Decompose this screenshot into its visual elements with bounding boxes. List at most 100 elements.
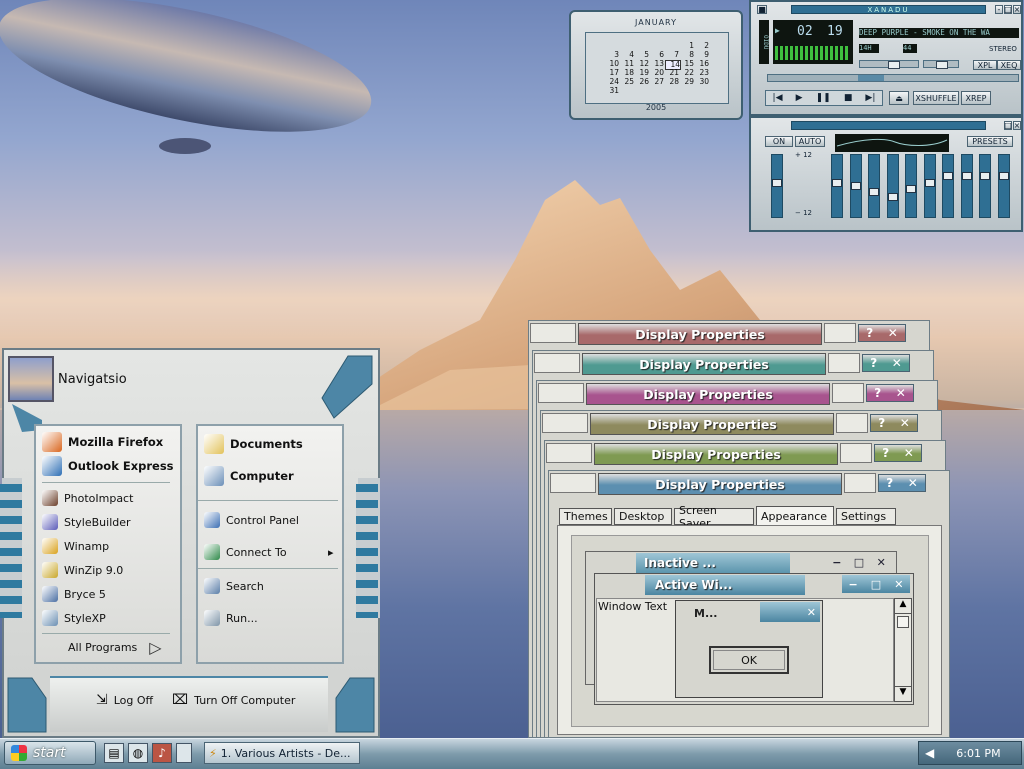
start-menu-item[interactable]: Bryce 5 (42, 584, 106, 604)
display-properties-title[interactable]: Display Properties (594, 443, 838, 465)
playlist-toggle[interactable]: XPL (973, 60, 997, 70)
eq-band-slider-thumb[interactable] (887, 193, 898, 201)
repeat-toggle[interactable]: XREP (961, 91, 991, 105)
help-icon[interactable]: ? (882, 446, 889, 460)
start-menu-item[interactable]: StyleBuilder (42, 512, 131, 532)
calendar-day[interactable]: 18 (620, 69, 634, 77)
start-menu-item[interactable]: PhotoImpact (42, 488, 133, 508)
quicklaunch-media-icon[interactable]: ♪ (152, 743, 172, 763)
help-icon[interactable]: ? (870, 356, 877, 370)
eq-band-slider[interactable] (831, 154, 843, 218)
scroll-up-icon[interactable]: ▲ (895, 599, 911, 614)
eq-close-button[interactable]: × (1013, 121, 1021, 130)
calendar-day[interactable]: 19 (635, 69, 649, 77)
calendar-day[interactable]: 7 (665, 51, 679, 59)
eq-band-slider-thumb[interactable] (961, 172, 972, 180)
start-menu-item[interactable]: Mozilla Firefox (42, 432, 163, 452)
eq-band-slider[interactable] (923, 154, 936, 218)
calendar-day[interactable]: 23 (695, 69, 709, 77)
eq-preamp-slider-thumb[interactable] (772, 179, 782, 187)
help-icon[interactable]: ? (878, 416, 885, 430)
play-button[interactable]: ▶ (796, 93, 803, 103)
winamp-clutterbar[interactable]: OIDU (759, 20, 769, 64)
next-track-button[interactable]: ▶| (865, 93, 875, 103)
pause-button[interactable]: ❚❚ (816, 93, 831, 103)
tab-settings[interactable]: Settings (836, 508, 896, 525)
calendar-day[interactable]: 17 (605, 69, 619, 77)
calendar-day[interactable]: 24 (605, 78, 619, 86)
start-menu-item[interactable]: Outlook Express (42, 456, 174, 476)
eq-auto-toggle[interactable]: AUTO (795, 136, 825, 147)
tray-collapse-icon[interactable]: ◀ (925, 746, 934, 760)
display-properties-title[interactable]: Display Properties (582, 353, 826, 375)
eq-band-slider-thumb[interactable] (850, 182, 861, 190)
calendar-day[interactable]: 8 (680, 51, 694, 59)
winamp-close-button[interactable]: × (1013, 5, 1021, 14)
all-programs-button[interactable]: All Programs ▷ (42, 636, 178, 658)
start-button[interactable]: start (4, 741, 96, 765)
calendar-day[interactable]: 30 (695, 78, 709, 86)
eq-preamp-slider[interactable] (771, 154, 783, 218)
calendar-day[interactable]: 22 (680, 69, 694, 77)
calendar-day[interactable]: 10 (605, 60, 619, 68)
tab-desktop[interactable]: Desktop (614, 508, 672, 525)
eq-band-slider-thumb[interactable] (980, 172, 990, 180)
eq-band-slider-thumb[interactable] (906, 185, 916, 193)
tab-themes[interactable]: Themes (559, 508, 612, 525)
start-menu-item[interactable]: Winamp (42, 536, 109, 556)
display-properties-title[interactable]: Display Properties (598, 473, 842, 495)
display-properties-title[interactable]: Display Properties (590, 413, 834, 435)
close-icon[interactable]: ✕ (896, 386, 906, 400)
user-avatar[interactable] (8, 356, 54, 402)
preview-scrollbar[interactable]: ▲ ▼ (894, 598, 912, 702)
tab-appearance[interactable]: Appearance (756, 506, 834, 525)
calendar-day[interactable]: 25 (620, 78, 634, 86)
eq-band-slider[interactable] (905, 154, 917, 218)
start-menu-item[interactable]: StyleXP (42, 608, 106, 628)
winamp-minimize-button[interactable]: - (995, 5, 1003, 14)
close-icon[interactable]: ✕ (908, 476, 918, 490)
eq-band-slider-thumb[interactable] (869, 188, 879, 196)
help-icon[interactable]: ? (866, 326, 873, 340)
clock[interactable]: 6:01 PM (956, 747, 1000, 760)
eq-band-slider-thumb[interactable] (832, 179, 842, 187)
eq-band-slider[interactable] (849, 154, 862, 218)
quicklaunch-show-desktop-icon[interactable]: ▤ (104, 743, 124, 763)
eq-band-slider-thumb[interactable] (943, 172, 953, 180)
time-minutes[interactable]: 02 (797, 24, 813, 39)
eq-presets-button[interactable]: PRESETS (967, 136, 1013, 147)
eq-band-slider[interactable] (868, 154, 880, 218)
preview-ok-button[interactable]: OK (709, 646, 789, 674)
eq-band-slider-thumb[interactable] (924, 179, 935, 187)
calendar-day[interactable]: 11 (620, 60, 634, 68)
eq-band-slider[interactable] (886, 154, 899, 218)
turn-off-button[interactable]: ⌧ Turn Off Computer (172, 692, 295, 708)
calendar-day[interactable]: 16 (695, 60, 709, 68)
eq-band-slider[interactable] (979, 154, 991, 218)
calendar-day[interactable]: 31 (605, 87, 619, 95)
calendar-day[interactable]: 4 (620, 51, 634, 59)
time-seconds[interactable]: 19 (827, 24, 843, 39)
shuffle-toggle[interactable]: XSHUFFLE (913, 91, 959, 105)
start-menu-item[interactable]: Documents (204, 434, 303, 454)
log-off-button[interactable]: ⇲ Log Off (96, 692, 153, 708)
tab-screen-saver[interactable]: Screen Saver (674, 504, 754, 530)
start-menu-item[interactable]: Control Panel (204, 510, 299, 530)
seek-bar[interactable] (767, 74, 1019, 82)
balance-thumb[interactable] (936, 61, 948, 69)
eq-on-toggle[interactable]: ON (765, 136, 793, 147)
close-icon[interactable]: ✕ (888, 326, 898, 340)
eject-button[interactable]: ⏏ (889, 91, 909, 105)
eq-band-slider[interactable] (942, 154, 954, 218)
calendar-day[interactable]: 27 (650, 78, 664, 86)
calendar-day[interactable]: 15 (680, 60, 694, 68)
previous-track-button[interactable]: |◀ (773, 93, 783, 103)
calendar-day[interactable]: 20 (650, 69, 664, 77)
display-properties-title[interactable]: Display Properties (578, 323, 822, 345)
eq-shade-button[interactable]: □ (1004, 121, 1012, 130)
eq-titlebar[interactable] (791, 121, 986, 130)
help-icon[interactable]: ? (886, 476, 893, 490)
taskbar-button-winamp[interactable]: ⚡ 1. Various Artists - De... (204, 742, 360, 764)
winamp-titlebar[interactable]: XANADU (791, 5, 986, 14)
close-icon[interactable]: ✕ (904, 446, 914, 460)
